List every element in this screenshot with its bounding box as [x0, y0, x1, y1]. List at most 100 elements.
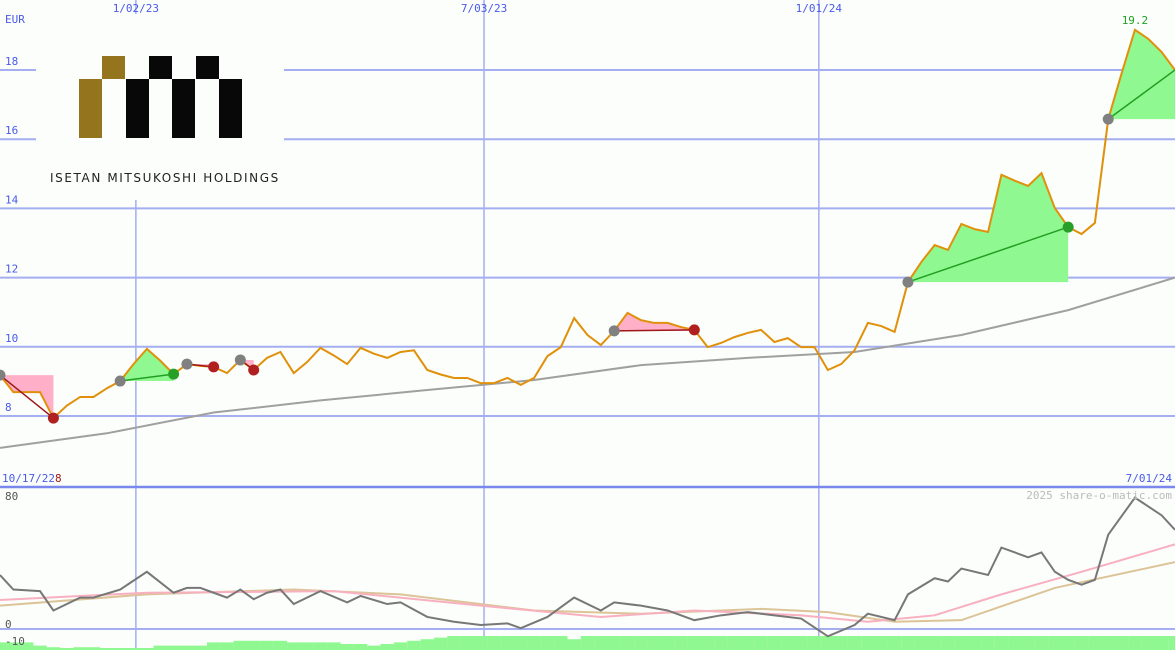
price-tick-label: 8	[5, 401, 12, 414]
signal-end-marker	[208, 361, 220, 373]
peak-value-label: 19.2	[1122, 14, 1149, 27]
histogram-bar	[353, 644, 368, 650]
histogram-bar	[994, 636, 1009, 650]
logo-text: ISETAN MITSUKOSHI HOLDINGS	[50, 171, 280, 185]
histogram-bar	[1021, 636, 1035, 650]
histogram-bar	[180, 645, 194, 650]
histogram-bar	[313, 642, 328, 650]
date-tick-label: 1/01/24	[796, 2, 843, 15]
histogram-bar	[1154, 636, 1169, 650]
histogram-bar	[487, 636, 501, 650]
logo-block-gold-top	[102, 56, 125, 79]
histogram-bar	[620, 636, 635, 650]
histogram-bar	[193, 645, 207, 650]
histogram-bar	[1114, 636, 1129, 650]
histogram-bar	[914, 636, 929, 650]
histogram-bar	[380, 644, 394, 650]
histogram-bar	[554, 636, 568, 650]
price-tick-label: 16	[5, 124, 18, 137]
moving-average-line	[0, 276, 1175, 449]
histogram-bar	[460, 636, 475, 650]
signal-start-marker	[234, 354, 246, 366]
histogram-bar	[340, 644, 354, 650]
oscillator-tick-label: -10	[5, 635, 25, 648]
histogram-bar	[327, 642, 341, 650]
histogram-bar	[781, 636, 795, 650]
histogram-bar	[300, 642, 314, 650]
histogram-bar	[567, 639, 581, 650]
histogram-bar	[580, 636, 595, 650]
histogram-bar	[861, 636, 875, 650]
histogram-bar	[754, 636, 768, 650]
histogram-bar	[33, 645, 47, 650]
chart-svg: ISETAN MITSUKOSHI HOLDINGS 8 10 12 14 16 18 1/…	[0, 0, 1175, 650]
histogram-bar	[1088, 636, 1102, 650]
histogram-bar	[500, 636, 515, 650]
price-tick-label: 18	[5, 55, 18, 68]
date-tick-label: 7/03/23	[461, 2, 507, 15]
signal-start-marker	[1102, 113, 1114, 125]
histogram-bar	[1141, 636, 1155, 650]
histogram-bar	[153, 645, 167, 650]
histogram-bar	[954, 636, 969, 650]
histogram-bar	[821, 636, 835, 650]
histogram-bar	[407, 640, 421, 650]
histogram-bar	[206, 642, 221, 650]
watermark: 2025 share-o-matic.com	[1026, 489, 1172, 502]
company-logo: ISETAN MITSUKOSHI HOLDINGS	[36, 14, 284, 200]
histogram-bar	[941, 636, 955, 650]
signal-end-marker	[1062, 221, 1074, 233]
signal-start-marker	[608, 325, 620, 337]
price-tick-label: 10	[5, 332, 18, 345]
histogram-bar	[874, 636, 888, 650]
signal-trend-line	[614, 329, 695, 332]
histogram-bar	[927, 636, 942, 650]
histogram-bar	[1101, 636, 1115, 650]
histogram-bar	[1168, 636, 1175, 650]
price-tick-label: 12	[5, 263, 18, 276]
histogram-bar	[594, 636, 608, 650]
signal-end-marker	[47, 412, 59, 424]
histogram-bar	[433, 637, 448, 650]
logo-block-gold	[79, 79, 102, 138]
histogram-bar	[794, 636, 808, 650]
histogram-bar	[901, 636, 915, 650]
histogram-bar	[246, 640, 261, 650]
oscillator-pink-line	[0, 543, 1175, 623]
stock-chart: ISETAN MITSUKOSHI HOLDINGS 8 10 12 14 16 18 1/…	[0, 0, 1175, 650]
histogram-bar	[1008, 636, 1022, 650]
histogram-bar	[660, 636, 675, 650]
histogram-bar	[220, 642, 234, 650]
histogram-bar	[1061, 636, 1075, 650]
histogram-bar	[887, 636, 902, 650]
histogram-bar	[1074, 636, 1089, 650]
start-date-label: 10/17/22	[2, 472, 55, 485]
histogram-bar	[741, 636, 755, 650]
signal-start-marker	[181, 358, 193, 370]
histogram-bar	[847, 636, 862, 650]
histogram-bar	[700, 636, 715, 650]
histogram-bar	[367, 645, 381, 650]
histogram-bar	[447, 636, 461, 650]
signal-fill-up	[1108, 29, 1175, 120]
histogram-bar	[968, 636, 982, 650]
histogram-bar	[233, 640, 248, 650]
histogram-bar	[727, 636, 742, 650]
signal-start-marker	[114, 375, 126, 387]
histogram-bar	[166, 645, 181, 650]
start-value-label: 8	[55, 472, 62, 485]
histogram-bar	[647, 636, 661, 650]
histogram-bar	[393, 642, 408, 650]
histogram-bar	[273, 640, 288, 650]
histogram-bar	[420, 639, 434, 650]
histogram-bar	[634, 636, 648, 650]
histogram-bar	[807, 636, 822, 650]
histogram-bar	[260, 640, 274, 650]
histogram-bar	[540, 636, 555, 650]
oscillator-tick-label: 80	[5, 490, 18, 503]
histogram-bar	[834, 636, 848, 650]
currency-label: EUR	[5, 13, 25, 26]
histogram-bar	[287, 642, 301, 650]
signal-end-marker	[168, 368, 180, 380]
price-tick-label: 14	[5, 193, 19, 206]
